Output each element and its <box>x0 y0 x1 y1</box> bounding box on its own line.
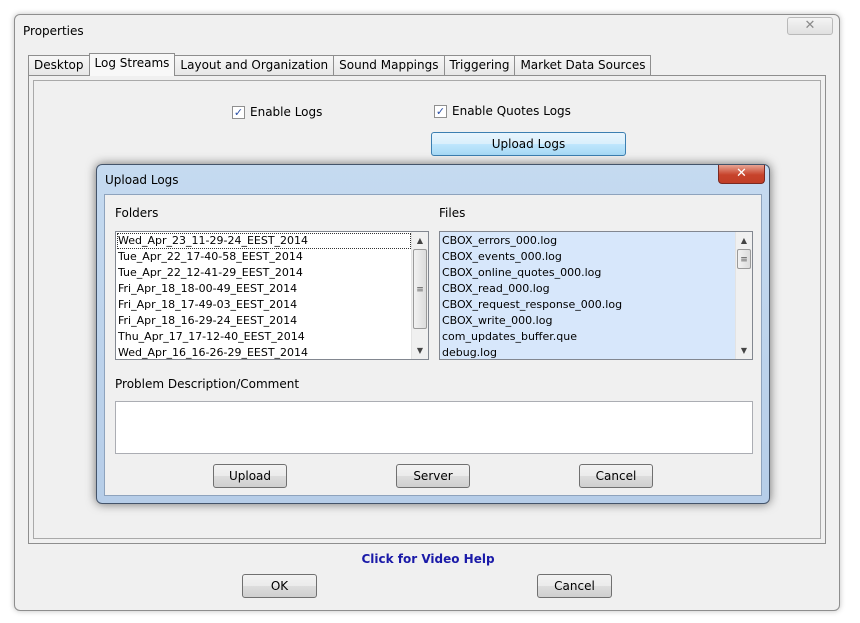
scroll-down-icon[interactable]: ▼ <box>412 342 428 359</box>
scroll-thumb[interactable]: ≡ <box>737 249 751 269</box>
files-label: Files <box>439 206 466 220</box>
files-list[interactable]: CBOX_errors_000.log CBOX_events_000.log … <box>439 231 753 360</box>
server-button[interactable]: Server <box>396 464 470 488</box>
enable-logs-checkbox[interactable]: ✓ Enable Logs <box>232 105 322 119</box>
file-item[interactable]: CBOX_online_quotes_000.log <box>441 265 735 281</box>
dialog-title: Upload Logs <box>105 173 179 187</box>
file-item[interactable]: CBOX_read_000.log <box>441 281 735 297</box>
video-help-link[interactable]: Click for Video Help <box>15 552 841 566</box>
file-item[interactable]: CBOX_write_000.log <box>441 313 735 329</box>
tab-desktop[interactable]: Desktop <box>28 55 90 76</box>
upload-button[interactable]: Upload <box>213 464 287 488</box>
tab-triggering[interactable]: Triggering <box>443 55 516 76</box>
folder-item[interactable]: Fri_Apr_18_18-00-49_EEST_2014 <box>117 281 411 297</box>
folders-list-items: Wed_Apr_23_11-29-24_EEST_2014 Tue_Apr_22… <box>117 233 411 359</box>
file-item[interactable]: CBOX_request_response_000.log <box>441 297 735 313</box>
window-title: Properties <box>23 24 84 38</box>
tab-sound-mappings[interactable]: Sound Mappings <box>333 55 445 76</box>
file-item[interactable]: com_updates_buffer.que <box>441 329 735 345</box>
folder-item[interactable]: Fri_Apr_18_16-29-24_EEST_2014 <box>117 313 411 329</box>
tab-market-data-sources[interactable]: Market Data Sources <box>514 55 652 76</box>
enable-quotes-logs-check-icon[interactable]: ✓ <box>434 104 447 118</box>
files-scrollbar[interactable]: ▲ ≡ ▼ <box>735 232 752 359</box>
ok-button[interactable]: OK <box>242 574 317 598</box>
folder-item[interactable]: Wed_Apr_23_11-29-24_EEST_2014 <box>117 233 411 249</box>
dialog-close-button[interactable]: ✕ <box>718 165 765 184</box>
folder-item[interactable]: Tue_Apr_22_12-41-29_EEST_2014 <box>117 265 411 281</box>
file-item[interactable]: CBOX_errors_000.log <box>441 233 735 249</box>
upload-logs-button[interactable]: Upload Logs <box>431 132 626 156</box>
upload-logs-dialog: Upload Logs ✕ Folders Files Wed_Apr_23_1… <box>96 164 770 504</box>
enable-quotes-logs-label: Enable Quotes Logs <box>452 104 571 118</box>
dialog-body: Folders Files Wed_Apr_23_11-29-24_EEST_2… <box>104 194 762 496</box>
tab-log-streams[interactable]: Log Streams <box>88 53 176 76</box>
folders-list[interactable]: Wed_Apr_23_11-29-24_EEST_2014 Tue_Apr_22… <box>115 231 429 360</box>
comment-textarea[interactable] <box>115 401 753 454</box>
properties-cancel-button[interactable]: Cancel <box>537 574 612 598</box>
enable-logs-label: Enable Logs <box>250 105 323 119</box>
folder-item[interactable]: Tue_Apr_22_17-40-58_EEST_2014 <box>117 249 411 265</box>
dialog-cancel-button[interactable]: Cancel <box>579 464 653 488</box>
file-item[interactable]: CBOX_events_000.log <box>441 249 735 265</box>
scroll-up-icon[interactable]: ▲ <box>412 232 428 249</box>
scroll-up-icon[interactable]: ▲ <box>736 232 752 249</box>
folder-item[interactable]: Fri_Apr_18_17-49-03_EEST_2014 <box>117 297 411 313</box>
folders-scrollbar[interactable]: ▲ ≡ ▼ <box>411 232 428 359</box>
window-close-button[interactable]: ✕ <box>787 17 833 35</box>
folder-item[interactable]: Thu_Apr_17_17-12-40_EEST_2014 <box>117 329 411 345</box>
enable-logs-check-icon[interactable]: ✓ <box>232 105 245 119</box>
folders-label: Folders <box>115 206 159 220</box>
tab-layout-and-organization[interactable]: Layout and Organization <box>174 55 335 76</box>
enable-quotes-logs-checkbox[interactable]: ✓ Enable Quotes Logs <box>434 104 571 118</box>
files-list-items: CBOX_errors_000.log CBOX_events_000.log … <box>441 233 735 359</box>
scroll-thumb[interactable]: ≡ <box>413 249 427 329</box>
scroll-down-icon[interactable]: ▼ <box>736 342 752 359</box>
comment-label: Problem Description/Comment <box>115 377 300 391</box>
folder-item[interactable]: Wed_Apr_16_16-26-29_EEST_2014 <box>117 345 411 359</box>
file-item[interactable]: debug.log <box>441 345 735 359</box>
tab-strip: Desktop Log Streams Layout and Organizat… <box>28 53 652 76</box>
